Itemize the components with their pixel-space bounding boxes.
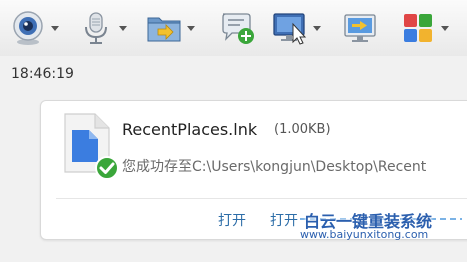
- chevron-down-icon[interactable]: [50, 10, 60, 46]
- apps-grid-icon[interactable]: [400, 10, 436, 46]
- chevron-down-icon[interactable]: [186, 10, 196, 46]
- site-watermark: 白云一键重装系统 www.baiyunxitong.com: [300, 206, 467, 246]
- screen-share-icon[interactable]: [342, 10, 378, 46]
- file-icon: [55, 112, 119, 180]
- chevron-down-icon[interactable]: [440, 10, 450, 46]
- add-chat-icon[interactable]: [220, 10, 256, 46]
- chevron-down-icon[interactable]: [312, 10, 322, 46]
- watermark-url: www.baiyunxitong.com: [300, 228, 429, 241]
- chevron-down-icon[interactable]: [118, 10, 128, 46]
- message-timestamp: 18:46:19: [11, 66, 74, 82]
- file-size: (1.00KB): [274, 122, 331, 137]
- microphone-icon[interactable]: [78, 10, 114, 46]
- webcam-icon[interactable]: [10, 10, 46, 46]
- remote-desktop-icon[interactable]: [272, 10, 308, 46]
- send-file-icon[interactable]: [146, 10, 182, 46]
- card-divider: [56, 198, 467, 199]
- file-name: RecentPlaces.lnk: [122, 120, 258, 139]
- open-folder-link[interactable]: 打开: [270, 210, 298, 230]
- chat-toolbar: [0, 0, 467, 57]
- open-file-link[interactable]: 打开: [218, 210, 246, 230]
- save-status-text: 您成功存至C:\Users\kongjun\Desktop\Recent: [122, 159, 427, 175]
